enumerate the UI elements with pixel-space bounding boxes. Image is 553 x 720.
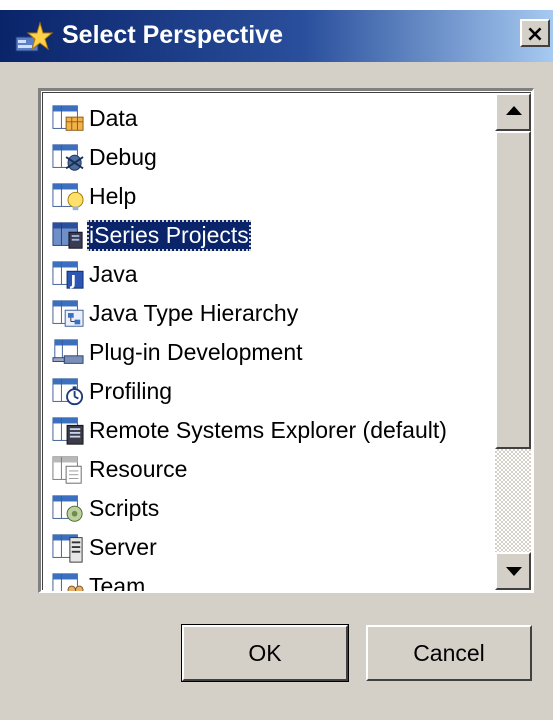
- cancel-button[interactable]: Cancel: [366, 625, 532, 681]
- list-scrollbar[interactable]: [495, 93, 531, 590]
- java-perspective-icon: J: [52, 260, 84, 289]
- list-item-label: Debug: [89, 144, 157, 170]
- perspective-items: Data Debug Help iSeries Projects J Java Java T…: [49, 99, 507, 593]
- dialog-title: Select Perspective: [62, 21, 283, 49]
- list-item[interactable]: Java Type Hierarchy: [49, 294, 507, 333]
- list-item[interactable]: Debug: [49, 138, 507, 177]
- list-item[interactable]: Data: [49, 99, 507, 138]
- server-perspective-icon: [52, 533, 83, 563]
- iseries-projects-perspective-icon: [52, 221, 83, 249]
- list-item-label: Scripts: [89, 495, 160, 521]
- list-item[interactable]: Resource: [49, 450, 507, 489]
- list-item-label: Server: [89, 534, 157, 560]
- arrow-down-icon: [506, 567, 522, 576]
- cancel-button-label: Cancel: [413, 639, 485, 666]
- debug-perspective-icon: [52, 143, 84, 171]
- list-item-label: iSeries Projects: [87, 220, 251, 251]
- list-item-label: Help: [89, 183, 137, 209]
- scroll-up-button[interactable]: [495, 93, 531, 131]
- list-item[interactable]: iSeries Projects: [49, 216, 507, 255]
- list-item-label: Team: [89, 573, 146, 593]
- list-item[interactable]: Profiling: [49, 372, 507, 411]
- close-button[interactable]: ×: [520, 19, 550, 47]
- team-perspective-icon: [52, 572, 84, 591]
- scroll-thumb[interactable]: [495, 131, 531, 449]
- svg-text:J: J: [70, 273, 76, 289]
- scroll-track[interactable]: [495, 449, 531, 558]
- list-item[interactable]: J Java: [49, 255, 507, 294]
- list-item[interactable]: Remote Systems Explorer (default): [49, 411, 507, 450]
- plugin-development-perspective-icon: [52, 338, 84, 364]
- help-perspective-icon: [52, 182, 84, 210]
- list-item[interactable]: Scripts: [49, 489, 507, 528]
- arrow-up-icon: [506, 106, 522, 115]
- profiling-perspective-icon: [52, 377, 84, 405]
- list-item-label: Java Type Hierarchy: [89, 300, 299, 326]
- dialog-title-bar[interactable]: Select Perspective ×: [0, 10, 553, 62]
- remote-systems-perspective-icon: [52, 416, 84, 445]
- list-item-label: Profiling: [89, 378, 173, 404]
- java-type-hierarchy-perspective-icon: [52, 299, 84, 327]
- resource-perspective-icon: [52, 455, 82, 484]
- close-icon: ×: [525, 22, 545, 47]
- perspective-list-frame: Data Debug Help iSeries Projects J Java Java T…: [42, 92, 531, 593]
- perspective-list[interactable]: Data Debug Help iSeries Projects J Java Java T…: [38, 88, 534, 593]
- list-item-label: Java: [89, 261, 138, 287]
- list-item-label: Resource: [89, 456, 188, 482]
- data-perspective-icon: [52, 104, 84, 131]
- scroll-down-button[interactable]: [495, 552, 531, 590]
- scripts-perspective-icon: [52, 494, 83, 522]
- list-item-label: Data: [89, 105, 138, 131]
- list-item-label: Remote Systems Explorer (default): [89, 417, 447, 443]
- list-item[interactable]: Plug-in Development: [49, 333, 507, 372]
- ok-button-label: OK: [248, 639, 282, 666]
- list-item-label: Plug-in Development: [89, 339, 303, 365]
- ok-button[interactable]: OK: [181, 624, 349, 682]
- list-item[interactable]: Help: [49, 177, 507, 216]
- cropped-banner-strip: [0, 0, 553, 10]
- perspective-app-icon: [15, 21, 54, 52]
- list-item[interactable]: Server: [49, 528, 507, 567]
- list-item[interactable]: Team: [49, 567, 507, 593]
